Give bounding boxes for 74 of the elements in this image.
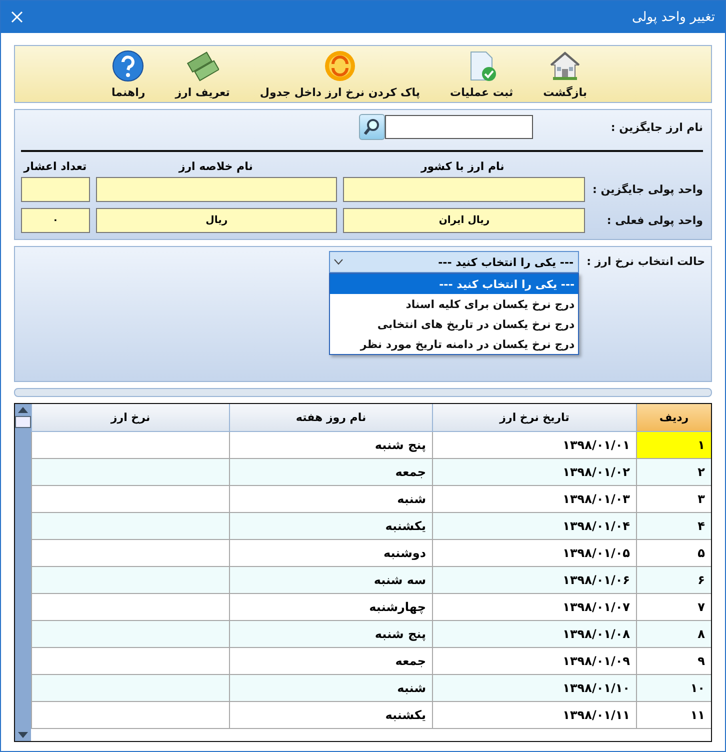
table-cell: دوشنبه: [229, 540, 432, 567]
house-icon: [549, 50, 582, 82]
text-field[interactable]: ریال ایران: [343, 208, 586, 233]
text-field[interactable]: [21, 177, 90, 202]
table-cell: ۱۳۹۸/۰۱/۰۷: [432, 594, 636, 621]
table-cell: ۱۳۹۸/۰۱/۰۸: [432, 621, 636, 648]
search-field[interactable]: [385, 115, 533, 139]
chevron-down-icon: [334, 259, 343, 265]
table-cell: ۹: [636, 648, 711, 675]
table-cell: شنبه: [229, 675, 432, 702]
scroll-down-icon[interactable]: [18, 732, 28, 738]
toolbar-button[interactable]: بازگشت: [539, 48, 591, 100]
table-cell: یکشنبه: [229, 513, 432, 540]
search-button[interactable]: [359, 114, 385, 140]
column-header[interactable]: نرخ ارز: [31, 404, 229, 432]
table-cell: ۱۳۹۸/۰۱/۰۹: [432, 648, 636, 675]
toolbar-button[interactable]: تعریف ارز: [171, 48, 234, 100]
dropdown-option[interactable]: درج نرخ یکسان برای کلیه اسناد: [330, 294, 578, 314]
field-label: حالت انتخاب نرخ ارز :: [586, 255, 705, 268]
column-header: تعداد اعشار: [22, 160, 88, 173]
column-header[interactable]: نام روز هفته: [229, 404, 432, 432]
toolbar-button[interactable]: پاک کردن نرخ ارز داخل جدول: [256, 48, 424, 100]
column-header[interactable]: تاریخ نرخ ارز: [432, 404, 636, 432]
toolbar-button[interactable]: ثبت عملیات: [446, 48, 518, 100]
window-title: تغییر واحد پولی: [632, 10, 715, 24]
table-cell: ۱۰: [636, 675, 711, 702]
scrollbar[interactable]: [15, 404, 31, 741]
field-label: واحد پولی فعلی :: [606, 214, 703, 227]
table-cell: سه شنبه: [229, 567, 432, 594]
money-icon: [186, 50, 219, 82]
rate-mode-dropdown[interactable]: --- یکی را انتخاب کنید ---: [328, 251, 579, 273]
dropdown-option[interactable]: درج نرخ یکسان در دامنه تاریخ مورد نظر: [330, 334, 578, 354]
table-cell: ۱۳۹۸/۰۱/۰۳: [432, 486, 636, 513]
table-cell: پنج شنبه: [229, 621, 432, 648]
table-cell: پنج شنبه: [229, 432, 432, 459]
field-label: نام ارز جایگزین :: [610, 120, 703, 134]
scroll-thumb[interactable]: [15, 416, 31, 428]
table-cell: ۱۳۹۸/۰۱/۱۱: [432, 702, 636, 729]
table-cell: یکشنبه: [229, 702, 432, 729]
refresh-icon: [324, 50, 356, 82]
table-cell: ۱۳۹۸/۰۱/۰۶: [432, 567, 636, 594]
column-header[interactable]: ردیف: [636, 404, 711, 432]
table-cell: چهارشنبه: [229, 594, 432, 621]
table-cell: ۲: [636, 459, 711, 486]
table-cell: ۱۳۹۸/۰۱/۰۴: [432, 513, 636, 540]
text-field[interactable]: [96, 177, 338, 202]
table-cell: ۵: [636, 540, 711, 567]
table-cell: ۱۳۹۸/۰۱/۱۰: [432, 675, 636, 702]
text-field[interactable]: ۰: [21, 208, 90, 233]
table-cell: ۷: [636, 594, 711, 621]
text-field[interactable]: ریال: [96, 208, 338, 233]
field-label: واحد پولی جایگزین :: [591, 183, 703, 196]
table-cell: ۱: [636, 432, 711, 459]
dropdown-option[interactable]: درج نرخ یکسان در تاریخ های انتخابی: [330, 314, 578, 334]
table-cell: جمعه: [229, 648, 432, 675]
table-cell: جمعه: [229, 459, 432, 486]
table-cell: ۸: [636, 621, 711, 648]
column-header: نام ارز با کشور: [420, 160, 506, 173]
table-cell: ۱۳۹۸/۰۱/۰۲: [432, 459, 636, 486]
table-cell: ۱۱: [636, 702, 711, 729]
table-cell: ۶: [636, 567, 711, 594]
column-header: نام خلاصه ارز: [177, 160, 254, 173]
table-cell: ۴: [636, 513, 711, 540]
table-cell: ۱۳۹۸/۰۱/۰۵: [432, 540, 636, 567]
search-icon: [363, 118, 381, 136]
help-icon: [112, 50, 144, 82]
table-cell: شنبه: [229, 486, 432, 513]
scroll-up-icon[interactable]: [18, 407, 28, 413]
dropdown-option[interactable]: --- یکی را انتخاب کنید ---: [330, 274, 578, 294]
table-cell: ۳: [636, 486, 711, 513]
close-icon[interactable]: [11, 11, 23, 23]
table-cell: ۱۳۹۸/۰۱/۰۱: [432, 432, 636, 459]
toolbar-button[interactable]: راهنما: [107, 48, 150, 100]
text-field[interactable]: [343, 177, 586, 202]
